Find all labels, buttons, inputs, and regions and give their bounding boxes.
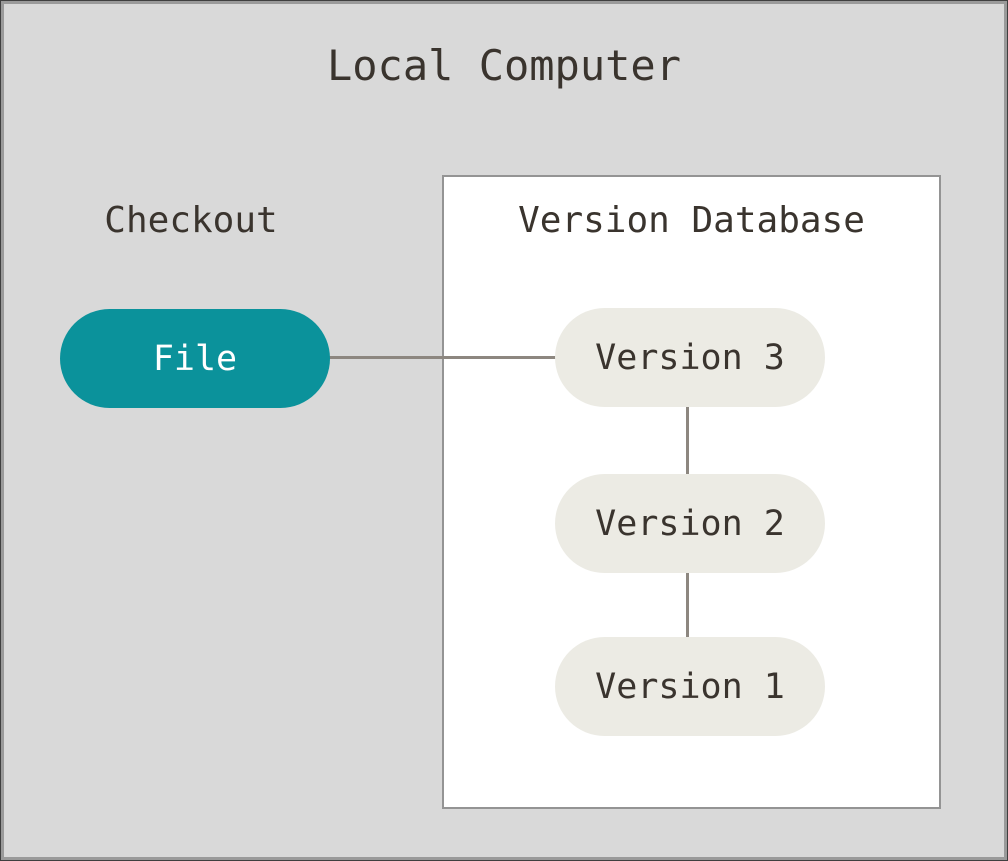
file-node-label: File: [153, 339, 237, 379]
checkout-label: Checkout: [0, 199, 382, 242]
local-computer-diagram: Local Computer Checkout Version Database…: [0, 0, 1008, 861]
version-node-2: Version 2: [555, 474, 825, 573]
version-node-1: Version 1: [555, 637, 825, 736]
version-node-1-label: Version 1: [595, 667, 785, 707]
diagram-title: Local Computer: [0, 41, 1008, 91]
connector-file-to-version3: [327, 356, 556, 359]
file-node: File: [60, 309, 330, 408]
version-node-2-label: Version 2: [595, 504, 785, 544]
version-node-3-label: Version 3: [595, 338, 785, 378]
connector-version3-to-version2: [686, 406, 689, 475]
version-database-title: Version Database: [442, 199, 941, 242]
connector-version2-to-version1: [686, 572, 689, 638]
version-node-3: Version 3: [555, 308, 825, 407]
